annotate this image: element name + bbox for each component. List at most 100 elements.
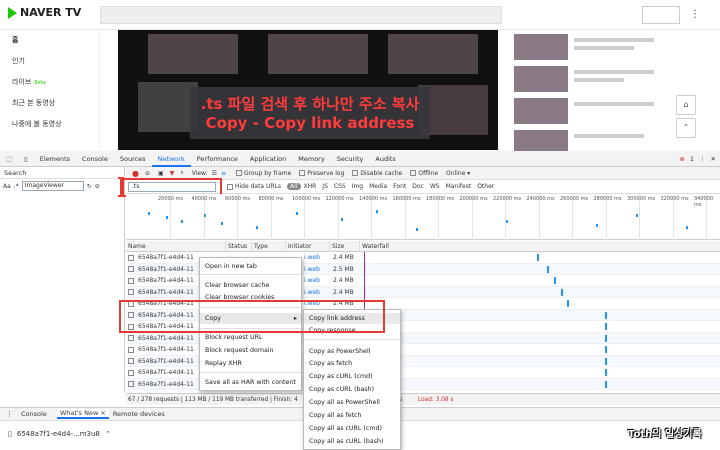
regex-toggle[interactable]: .* [14,183,19,190]
search-icon[interactable]: ⌕ [180,169,183,177]
match-case-toggle[interactable]: Aa [3,183,11,190]
menu-item-copy-curl-bash[interactable]: Copy as cURL (bash) [304,384,400,395]
drawer-tab-whats-new[interactable]: What's New × [56,409,109,419]
menu-item-copy-all-fetch[interactable]: Copy all as fetch [304,410,400,421]
sidebar-item-live[interactable]: 라이브 Beta [0,72,99,93]
tab-security[interactable]: Security [331,151,370,167]
filter-type-ws[interactable]: WS [427,183,443,190]
filter-type-manifest[interactable]: Manifest [443,183,475,190]
sidebar-item-label: 홈 [12,36,19,44]
filter-type-font[interactable]: Font [390,183,409,190]
filter-type-other[interactable]: Other [474,183,497,190]
offline-checkbox[interactable]: Offline [410,170,438,177]
hide-data-urls-checkbox[interactable]: Hide data URLs [227,183,281,190]
filter-type-doc[interactable]: Doc [409,183,427,190]
download-item[interactable]: ▯ 6548a7f1-e4d4-...m3u8 ⌃ [8,430,111,438]
screenshot-icon[interactable]: ▣ [158,170,164,177]
drawer-menu-icon[interactable]: ⋮ [6,410,13,418]
sidebar-item-home[interactable]: 홈 [0,30,99,51]
drawer-tab-console[interactable]: Console [21,410,47,418]
menu-separator [200,372,301,373]
tab-elements[interactable]: Elements [34,151,76,167]
col-type[interactable]: Type [252,241,286,252]
timeline-request-mark [221,222,223,225]
filter-type-css[interactable]: CSS [331,183,349,190]
request-initiator[interactable]: i.web [304,264,320,275]
related-video-list [512,30,672,156]
record-icon[interactable]: ● [132,169,139,178]
timeline-tick-label: 220000 ms [493,196,522,202]
menu-item-block-url[interactable]: Block request URL [200,332,301,343]
filter-type-xhr[interactable]: XHR [301,183,320,190]
col-size[interactable]: Size [330,241,360,252]
clear-search-icon[interactable]: ⊘ [95,183,100,190]
timeline-request-mark [181,220,183,223]
disable-cache-checkbox[interactable]: Disable cache [352,170,402,177]
device-toggle-icon[interactable]: ▯ [18,151,34,167]
timeline-tick-label: 280000 ms [593,196,622,202]
tab-console[interactable]: Console [76,151,114,167]
large-rows-icon[interactable]: ☰ [212,170,217,177]
login-button[interactable] [642,6,680,24]
menu-item-open-new-tab[interactable]: Open in new tab [200,261,301,272]
filter-type-media[interactable]: Media [366,183,390,190]
inspect-icon[interactable]: ⬚ [0,151,18,167]
naver-tv-logo[interactable]: NAVER TV [8,6,81,19]
throttle-select[interactable]: Online ▾ [446,170,470,177]
error-icon[interactable]: ⊗ [679,155,684,163]
menu-item-replay-xhr[interactable]: Replay XHR [200,358,301,369]
timeline-tick-label: 200000 ms [459,196,488,202]
search-input[interactable]: ImageViewer [21,181,84,191]
tab-memory[interactable]: Memory [292,151,330,167]
filter-type-all[interactable]: All [287,183,301,190]
tab-audits[interactable]: Audits [369,151,401,167]
preserve-log-checkbox[interactable]: Preserve log [299,170,344,177]
search-panel: Search Aa .* ImageViewer ↻ ⊘ [0,167,125,393]
sidebar-item-popular[interactable]: 인기 [0,51,99,72]
sidebar-item-watch-later[interactable]: 나중에 볼 동영상 [0,114,99,135]
file-icon [128,344,136,355]
group-by-frame-checkbox[interactable]: Group by frame [236,170,291,177]
col-initiator[interactable]: Initiator [286,241,330,252]
request-name: 6548a7f1-e4d4-11 [138,380,194,388]
drawer-tab-remote-devices[interactable]: Remote devices [113,410,165,418]
tab-application[interactable]: Application [244,151,292,167]
more-menu-icon[interactable]: ⋮ [690,9,700,20]
menu-item-copy-curl-cmd[interactable]: Copy as cURL (cmd) [304,371,400,382]
refresh-icon[interactable]: ↻ [87,183,92,190]
devtools-menu-icon[interactable]: ⋮ [699,155,706,163]
filter-type-js[interactable]: JS [319,183,331,190]
network-overview-timeline[interactable]: 20000 ms 40000 ms 60000 ms 80000 ms 100000 m… [126,194,720,240]
menu-item-block-domain[interactable]: Block request domain [200,345,301,356]
menu-item-copy-all-powershell[interactable]: Copy all as PowerShell [304,397,400,408]
scroll-top-icon[interactable]: ⌃ [676,118,696,138]
clear-icon[interactable]: ⊘ [145,170,150,177]
download-chevron-icon[interactable]: ⌃ [105,430,111,438]
filter-icon[interactable]: ▼ [170,170,175,177]
col-waterfall[interactable]: Waterfall [360,241,720,252]
naver-search-input[interactable] [100,6,502,24]
col-status[interactable]: Status [226,241,252,252]
annotation-line-2: Copy - Copy link address [205,114,415,132]
sidebar-item-recent[interactable]: 최근 본 동영상 [0,93,99,114]
tab-sources[interactable]: Sources [114,151,152,167]
menu-item-copy-fetch[interactable]: Copy as fetch [304,358,400,369]
tab-network[interactable]: Network [151,151,191,167]
menu-item-copy-all-curl-bash[interactable]: Copy all as cURL (bash) [304,436,400,447]
request-initiator[interactable]: i.web [304,275,320,286]
menu-item-save-har[interactable]: Save all as HAR with content [200,377,301,388]
sidebar-item-label: 나중에 볼 동영상 [12,120,62,128]
request-initiator[interactable]: i.web [304,252,320,263]
home-icon[interactable]: ⌂ [676,95,696,115]
close-devtools-icon[interactable]: ✕ [711,155,716,163]
annotation-banner: .ts 파일 검색 후 하나만 주소 복사 Copy - Copy link a… [190,87,430,139]
request-initiator[interactable]: i.web [304,287,320,298]
menu-item-clear-cache[interactable]: Clear browser cache [200,280,301,291]
menu-item-copy-all-curl-cmd[interactable]: Copy all as cURL (cmd) [304,423,400,434]
tab-performance[interactable]: Performance [191,151,244,167]
col-name[interactable]: Name [126,241,226,252]
overview-icon[interactable]: ≡ [221,170,226,177]
filter-type-img[interactable]: Img [349,183,366,190]
menu-item-copy-powershell[interactable]: Copy as PowerShell [304,346,400,357]
timeline-tick-label: 260000 ms [560,196,589,202]
